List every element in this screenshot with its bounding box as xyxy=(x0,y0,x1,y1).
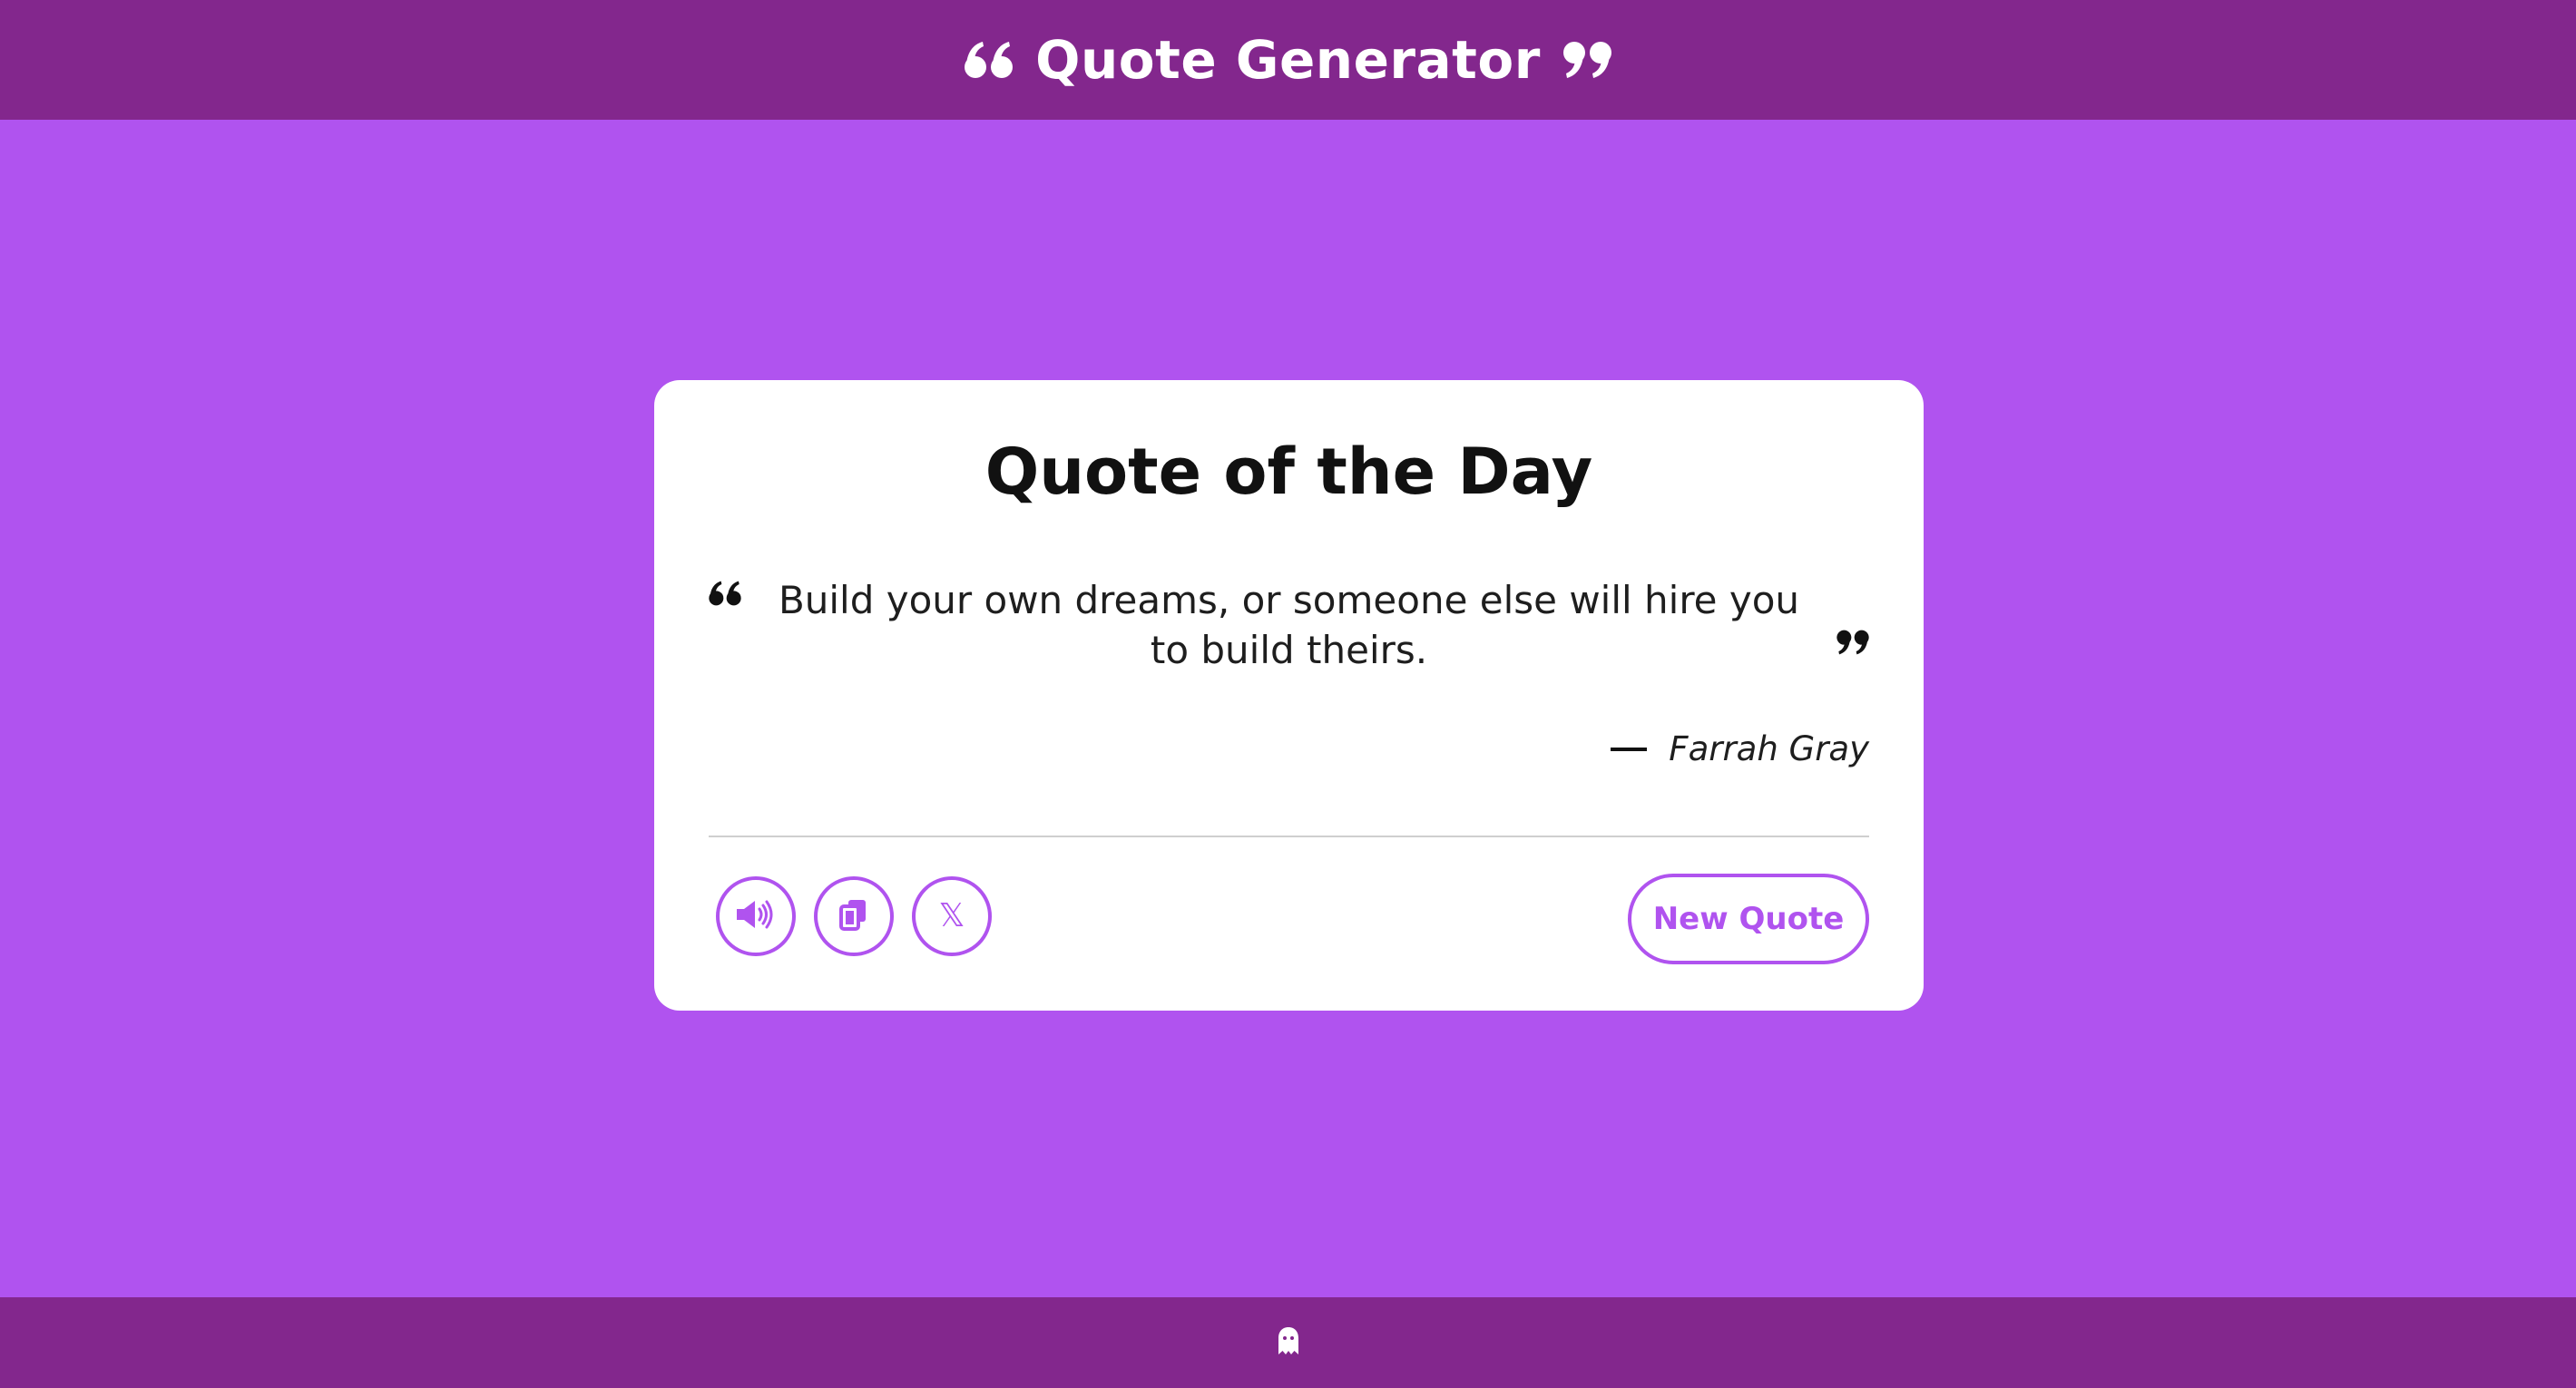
quote-block: Build your own dreams, or someone else w… xyxy=(709,575,1869,693)
quote-author: Farrah Gray xyxy=(1611,729,1869,768)
speak-button[interactable] xyxy=(716,876,796,956)
app-header: Quote Generator xyxy=(0,0,2576,120)
ghost-icon xyxy=(1277,1326,1300,1359)
new-quote-button[interactable]: New Quote xyxy=(1628,874,1869,964)
app-title: Quote Generator xyxy=(1035,29,1541,91)
header-title-group: Quote Generator xyxy=(965,29,1611,91)
quote-card: Quote of the Day Build your own dreams, … xyxy=(654,380,1924,1011)
open-quote-icon xyxy=(709,581,743,610)
quote-left-icon xyxy=(965,41,1015,79)
quote-right-icon xyxy=(1561,41,1611,79)
action-buttons: 𝕏 xyxy=(716,876,992,956)
x-twitter-icon: 𝕏 xyxy=(938,897,965,934)
author-dash xyxy=(1611,747,1648,751)
copy-button[interactable] xyxy=(814,876,894,956)
copy-icon xyxy=(838,898,869,934)
close-quote-icon xyxy=(1835,630,1869,659)
app-footer xyxy=(0,1297,2576,1388)
author-name: Farrah Gray xyxy=(1669,729,1869,768)
card-title: Quote of the Day xyxy=(984,435,1593,509)
share-x-button[interactable]: 𝕏 xyxy=(912,876,992,956)
divider xyxy=(709,836,1869,837)
quote-text: Build your own dreams, or someone else w… xyxy=(778,578,1800,672)
volume-icon xyxy=(735,898,777,934)
